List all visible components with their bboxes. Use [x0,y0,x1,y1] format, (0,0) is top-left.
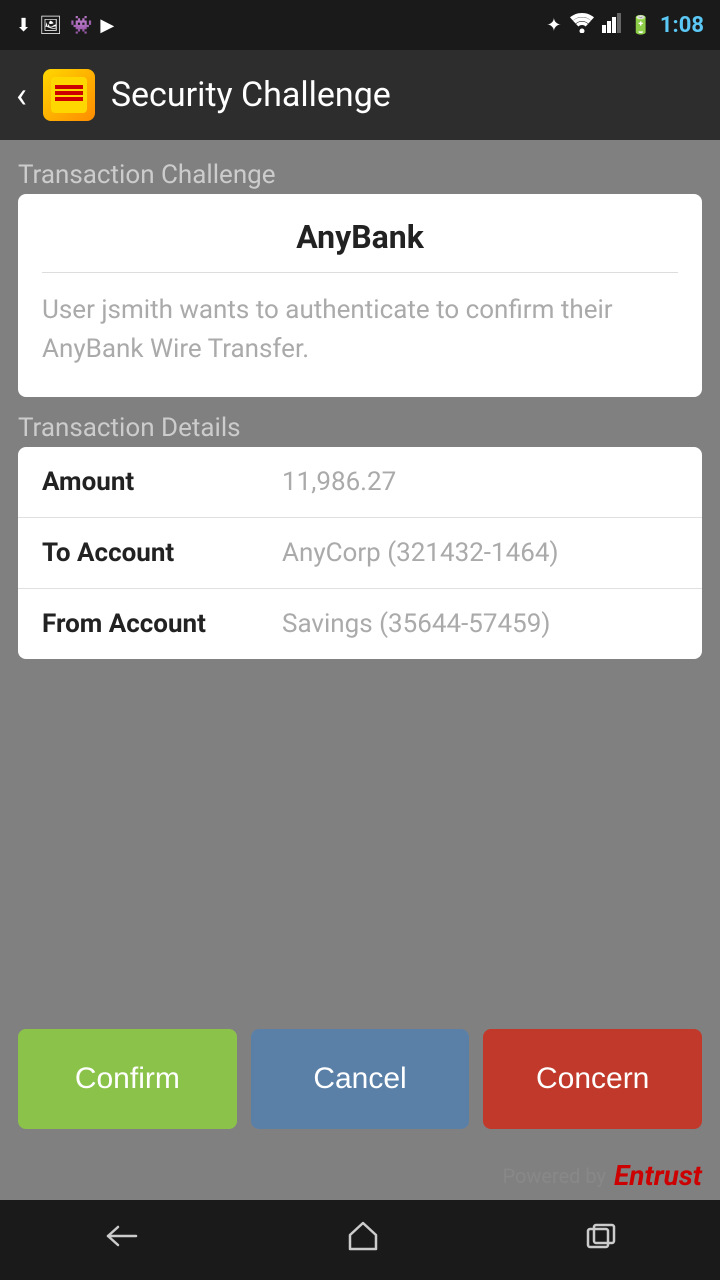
cancel-button[interactable]: Cancel [251,1029,470,1129]
android-icon: 👾 [70,15,92,36]
status-icons-left: ⬇ 🖼 👾 ▶ [16,15,114,36]
signal-icon [602,13,622,38]
concern-button[interactable]: Concern [483,1029,702,1129]
transaction-details-label: Transaction Details [18,413,702,443]
from-account-value: Savings (35644-57459) [282,609,550,639]
download-icon: ⬇ [16,15,31,36]
amount-row: Amount 11,986.27 [18,447,702,518]
status-bar: ⬇ 🖼 👾 ▶ ✦ 🔋 1:08 [0,0,720,50]
app-title: Security Challenge [111,75,391,115]
from-account-label: From Account [42,609,282,639]
confirm-button[interactable]: Confirm [18,1029,237,1129]
bluetooth-icon: ✦ [546,15,561,36]
buttons-area: Confirm Cancel Concern [0,1029,720,1159]
buttons-row: Confirm Cancel Concern [18,1029,702,1129]
transaction-challenge-label: Transaction Challenge [18,160,702,190]
to-account-label: To Account [42,538,282,568]
details-card: Amount 11,986.27 To Account AnyCorp (321… [18,447,702,659]
bank-name: AnyBank [42,218,678,273]
status-time: 1:08 [660,13,704,38]
nav-bar [0,1200,720,1280]
wifi-icon [570,13,594,38]
amount-value: 11,986.27 [282,467,396,497]
image-icon: 🖼 [39,15,62,36]
powered-by: Powered by Entrust [0,1159,720,1200]
app-icon [43,69,95,121]
challenge-card: AnyBank User jsmith wants to authenticat… [18,194,702,397]
transaction-details-section: Transaction Details Amount 11,986.27 To … [18,413,702,659]
play-icon: ▶ [100,15,114,36]
entrust-brand: Entrust [614,1159,702,1192]
recents-nav-icon[interactable] [584,1221,618,1259]
transaction-challenge-section: Transaction Challenge AnyBank User jsmit… [18,160,702,397]
battery-icon: 🔋 [630,15,652,36]
from-account-row: From Account Savings (35644-57459) [18,589,702,659]
main-content: Transaction Challenge AnyBank User jsmit… [0,140,720,1029]
status-icons-right: ✦ 🔋 1:08 [546,13,704,38]
challenge-message: User jsmith wants to authenticate to con… [42,291,678,369]
to-account-row: To Account AnyCorp (321432-1464) [18,518,702,589]
home-nav-icon[interactable] [346,1219,380,1261]
amount-label: Amount [42,467,282,497]
powered-by-text: Powered by [502,1164,606,1188]
back-nav-icon[interactable] [102,1221,142,1259]
back-button[interactable]: ‹ [16,74,27,116]
app-bar: ‹ Security Challenge [0,50,720,140]
to-account-value: AnyCorp (321432-1464) [282,538,559,568]
